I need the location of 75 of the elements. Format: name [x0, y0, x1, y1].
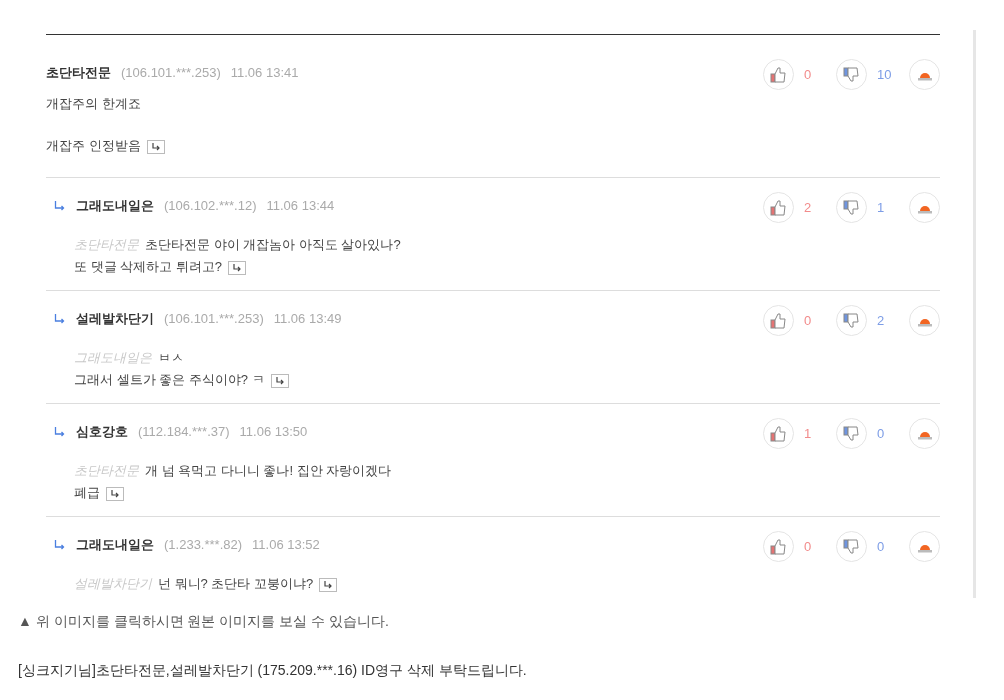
- comment-text: 또 댓글 삭제하고 튀려고?: [74, 259, 223, 274]
- comment-text: 폐급: [74, 485, 100, 500]
- thumbs-down-icon: [842, 537, 861, 556]
- like-count: 0: [804, 537, 813, 556]
- timestamp: 11.06 13:52: [252, 536, 320, 555]
- dislike-count: 1: [877, 198, 886, 217]
- thumbs-up-button[interactable]: [763, 305, 794, 336]
- thumbs-up-icon: [769, 537, 788, 556]
- report-button[interactable]: [909, 531, 940, 562]
- report-button[interactable]: [909, 305, 940, 336]
- thumbs-up-icon: [769, 198, 788, 217]
- reply-button[interactable]: [270, 373, 289, 388]
- like-count: 0: [804, 311, 813, 330]
- comment-text: 개잡주 인정받음: [46, 138, 141, 153]
- comment-text: 개 넘 욕먹고 다니니 좋나! 집안 자랑이겠다: [145, 463, 392, 478]
- thumbs-down-button[interactable]: [836, 418, 867, 449]
- author-name: 초단타전문: [46, 64, 111, 83]
- thumbs-down-icon: [842, 65, 861, 84]
- timestamp: 11.06 13:41: [230, 64, 299, 83]
- dislike-count: 0: [877, 537, 886, 556]
- dislike-count: 10: [877, 65, 893, 84]
- thumbs-down-button[interactable]: [836, 531, 867, 562]
- thumbs-down-button[interactable]: [836, 59, 867, 90]
- reply-arrow-icon: [150, 142, 161, 151]
- ip-address: (106.101.***.253): [164, 310, 264, 329]
- report-button[interactable]: [909, 418, 940, 449]
- comment-text: 개잡주의 한계죠: [46, 96, 141, 111]
- thumbs-down-button[interactable]: [836, 192, 867, 223]
- ip-address: (106.101.***.253): [121, 64, 221, 83]
- thumbs-down-button[interactable]: [836, 305, 867, 336]
- thumbs-up-button[interactable]: [763, 192, 794, 223]
- report-button[interactable]: [909, 59, 940, 90]
- dislike-count: 2: [877, 311, 886, 330]
- reply-button[interactable]: [106, 486, 124, 501]
- thumbs-up-icon: [769, 311, 788, 330]
- reply-arrow-icon: [110, 489, 120, 498]
- reply-button[interactable]: [319, 577, 338, 592]
- comment-text: ㅂㅅ: [158, 350, 184, 365]
- comment-text: 넌 뭐니? 초단타 꼬붕이냐?: [158, 576, 314, 591]
- like-count: 2: [804, 198, 813, 217]
- author-name: 그래도내일은: [76, 197, 154, 216]
- caption: ▲ 위 이미지를 클릭하시면 원본 이미지를 보실 수 있습니다.: [18, 612, 390, 631]
- like-count: 1: [804, 424, 813, 443]
- author-name: 그래도내일은: [76, 536, 154, 555]
- reply-arrow-icon: [232, 263, 243, 272]
- dislike-count: 0: [877, 424, 886, 443]
- thumbs-up-icon: [769, 424, 788, 443]
- reply-arrow-icon: [54, 426, 66, 438]
- thumbs-down-icon: [842, 198, 861, 217]
- like-count: 0: [804, 65, 813, 84]
- thumbs-down-icon: [842, 424, 861, 443]
- ip-address: (106.102.***.12): [164, 197, 257, 216]
- reply-button[interactable]: [146, 139, 165, 154]
- thumbs-down-icon: [842, 311, 861, 330]
- report-button[interactable]: [909, 192, 940, 223]
- reply-arrow-icon: [54, 200, 66, 212]
- comment-text: 그래서 셀트가 좋은 주식이야? ㅋ: [74, 372, 265, 387]
- thumbs-up-button[interactable]: [763, 59, 794, 90]
- reply-arrow-icon: [323, 580, 334, 589]
- timestamp: 11.06 13:49: [273, 310, 342, 329]
- reply-arrow-icon: [274, 376, 285, 385]
- thumbs-up-button[interactable]: [763, 418, 794, 449]
- body-text: [싱크지기님]초단타전문,설레발차단기 (175.209.***.16) ID영구 삭제 부탁드립니다.: [18, 661, 528, 680]
- reply-arrow-icon: [54, 539, 66, 551]
- author-name: 설레발차단기: [76, 310, 154, 329]
- thumbs-up-icon: [769, 65, 788, 84]
- thumbs-up-button[interactable]: [763, 531, 794, 562]
- reply-arrow-icon: [54, 313, 66, 325]
- timestamp: 11.06 13:44: [266, 197, 335, 216]
- author-name: 심호강호: [76, 423, 128, 442]
- reply-button[interactable]: [228, 260, 247, 275]
- timestamp: 11.06 13:50: [239, 423, 308, 442]
- ip-address: (1.233.***.82): [164, 536, 243, 555]
- ip-address: (112.184.***.37): [138, 423, 230, 442]
- comment-text: 초단타전문 야이 개잡놈아 아직도 살아있나?: [145, 237, 401, 252]
